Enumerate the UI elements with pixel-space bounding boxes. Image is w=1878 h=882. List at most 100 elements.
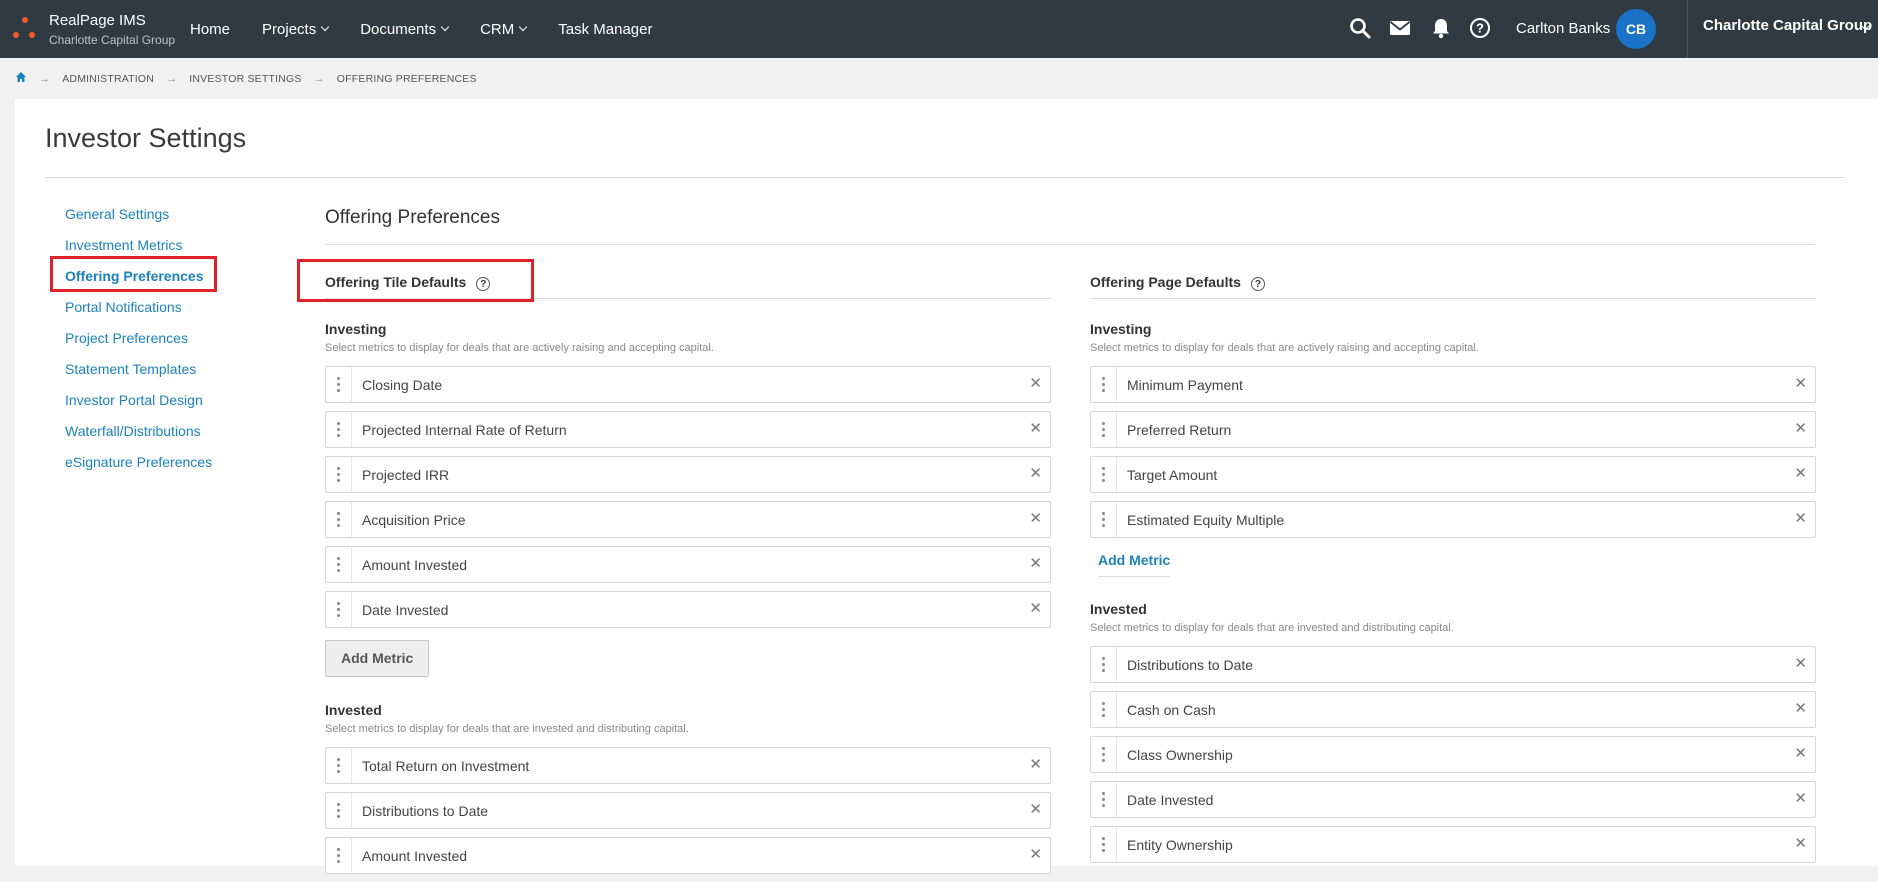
nav-projects-label: Projects: [262, 20, 317, 38]
close-icon[interactable]: ✕: [1794, 746, 1807, 762]
drag-handle-icon[interactable]: [326, 838, 352, 873]
offering-page-defaults: Offering Page Defaults ? Investing Selec…: [1090, 269, 1816, 871]
drag-handle-icon[interactable]: [326, 592, 352, 627]
divider: [45, 177, 1845, 178]
close-icon[interactable]: ✕: [1029, 847, 1042, 863]
drag-handle-icon[interactable]: [1091, 367, 1117, 402]
nav-projects[interactable]: Projects: [262, 0, 330, 58]
nav-task-manager[interactable]: Task Manager: [558, 0, 652, 58]
close-icon[interactable]: ✕: [1029, 757, 1042, 773]
close-icon[interactable]: ✕: [1029, 376, 1042, 392]
close-icon[interactable]: ✕: [1029, 601, 1042, 617]
drag-handle-icon[interactable]: [1091, 457, 1117, 492]
metric-item[interactable]: Minimum Payment ✕: [1090, 366, 1816, 403]
metric-label: Distributions to Date: [1127, 656, 1254, 673]
metric-item[interactable]: Estimated Equity Multiple ✕: [1090, 501, 1816, 538]
close-icon[interactable]: ✕: [1794, 791, 1807, 807]
sidenav-statement-templates[interactable]: Statement Templates: [65, 360, 212, 391]
metric-item[interactable]: Distributions to Date ✕: [1090, 646, 1816, 683]
drag-handle-icon[interactable]: [326, 457, 352, 492]
main-panel: Investor Settings General Settings Inves…: [15, 99, 1878, 874]
metric-item[interactable]: Entity Ownership ✕: [1090, 826, 1816, 863]
close-icon[interactable]: ✕: [1029, 421, 1042, 437]
drag-handle-icon[interactable]: [1091, 827, 1117, 862]
tile-investing-title: Investing: [325, 321, 387, 337]
sidenav-waterfall-distributions[interactable]: Waterfall/Distributions: [65, 422, 212, 453]
add-metric-link[interactable]: Add Metric: [1098, 552, 1171, 577]
drag-handle-icon[interactable]: [1091, 647, 1117, 682]
sidenav-general-settings[interactable]: General Settings: [65, 205, 212, 236]
drag-handle-icon[interactable]: [326, 367, 352, 402]
breadcrumb-investor-settings[interactable]: INVESTOR SETTINGS: [189, 73, 301, 85]
metric-label: Closing Date: [362, 376, 443, 393]
add-metric-button[interactable]: Add Metric: [325, 640, 430, 677]
metric-item[interactable]: Date Invested ✕: [325, 591, 1051, 628]
sidenav-esignature-preferences[interactable]: eSignature Preferences: [65, 453, 212, 484]
drag-handle-icon[interactable]: [1091, 737, 1117, 772]
drag-handle-icon[interactable]: [326, 412, 352, 447]
drag-handle-icon[interactable]: [326, 502, 352, 537]
metric-item[interactable]: Closing Date ✕: [325, 366, 1051, 403]
metric-item[interactable]: Cash on Cash ✕: [1090, 691, 1816, 728]
breadcrumb: → ADMINISTRATION → INVESTOR SETTINGS → O…: [15, 71, 477, 86]
metric-item[interactable]: Distributions to Date ✕: [325, 792, 1051, 829]
sidenav-investor-portal-design[interactable]: Investor Portal Design: [65, 391, 212, 422]
close-icon[interactable]: ✕: [1794, 511, 1807, 527]
tile-invested-list: Total Return on Investment ✕ Distribution…: [325, 747, 1051, 874]
divider: [325, 244, 1815, 245]
app-title[interactable]: RealPage IMS: [49, 12, 146, 29]
metric-item[interactable]: Target Amount ✕: [1090, 456, 1816, 493]
page-invested-list: Distributions to Date ✕ Cash on Cash ✕ Cla…: [1090, 646, 1816, 863]
avatar[interactable]: CB: [1616, 9, 1656, 49]
search-icon[interactable]: [1348, 16, 1372, 40]
page-invested-title: Invested: [1090, 601, 1147, 617]
metric-label: Cash on Cash: [1127, 701, 1216, 718]
page-investing-title: Investing: [1090, 321, 1152, 337]
metric-item[interactable]: Amount Invested ✕: [325, 546, 1051, 583]
close-icon[interactable]: ✕: [1794, 656, 1807, 672]
user-name[interactable]: Carlton Banks: [1516, 20, 1610, 37]
drag-handle-icon[interactable]: [326, 793, 352, 828]
nav-home[interactable]: Home: [190, 0, 230, 58]
metric-item[interactable]: Preferred Return ✕: [1090, 411, 1816, 448]
drag-handle-icon[interactable]: [1091, 412, 1117, 447]
logo-icon[interactable]: [13, 17, 41, 43]
metric-item[interactable]: Amount Invested ✕: [325, 837, 1051, 874]
close-icon[interactable]: ✕: [1029, 802, 1042, 818]
drag-handle-icon[interactable]: [1091, 692, 1117, 727]
sidenav-portal-notifications[interactable]: Portal Notifications: [65, 298, 212, 329]
page-invested-desc: Select metrics to display for deals that…: [1090, 622, 1454, 634]
metric-item[interactable]: Projected Internal Rate of Return ✕: [325, 411, 1051, 448]
close-icon[interactable]: ✕: [1794, 701, 1807, 717]
close-icon[interactable]: ✕: [1794, 376, 1807, 392]
chevron-down-icon: [440, 22, 450, 32]
metric-item[interactable]: Class Ownership ✕: [1090, 736, 1816, 773]
drag-handle-icon[interactable]: [1091, 782, 1117, 817]
bell-icon[interactable]: [1429, 16, 1453, 40]
close-icon[interactable]: ✕: [1029, 466, 1042, 482]
metric-item[interactable]: Acquisition Price ✕: [325, 501, 1051, 538]
close-icon[interactable]: ✕: [1029, 556, 1042, 572]
nav-documents[interactable]: Documents: [360, 0, 450, 58]
mail-icon[interactable]: [1388, 16, 1412, 40]
drag-handle-icon[interactable]: [326, 748, 352, 783]
home-icon[interactable]: [15, 71, 27, 86]
nav-crm[interactable]: CRM: [480, 0, 528, 58]
metric-item[interactable]: Date Invested ✕: [1090, 781, 1816, 818]
drag-handle-icon[interactable]: [326, 547, 352, 582]
metric-item[interactable]: Total Return on Investment ✕: [325, 747, 1051, 784]
sidenav-project-preferences[interactable]: Project Preferences: [65, 329, 212, 360]
close-icon[interactable]: ✕: [1029, 511, 1042, 527]
chevron-right-icon: →: [313, 72, 325, 85]
tile-invested-title: Invested: [325, 702, 382, 718]
breadcrumb-administration[interactable]: ADMINISTRATION: [62, 73, 154, 85]
help-icon[interactable]: ?: [1250, 277, 1265, 291]
close-icon[interactable]: ✕: [1794, 836, 1807, 852]
close-icon[interactable]: ✕: [1794, 466, 1807, 482]
metric-item[interactable]: Projected IRR ✕: [325, 456, 1051, 493]
help-icon[interactable]: ?: [1468, 16, 1492, 40]
close-icon[interactable]: ✕: [1794, 421, 1807, 437]
drag-handle-icon[interactable]: [1091, 502, 1117, 537]
section-title: Offering Preferences: [325, 207, 500, 228]
org-switcher[interactable]: Charlotte Capital Group: [1703, 17, 1872, 34]
